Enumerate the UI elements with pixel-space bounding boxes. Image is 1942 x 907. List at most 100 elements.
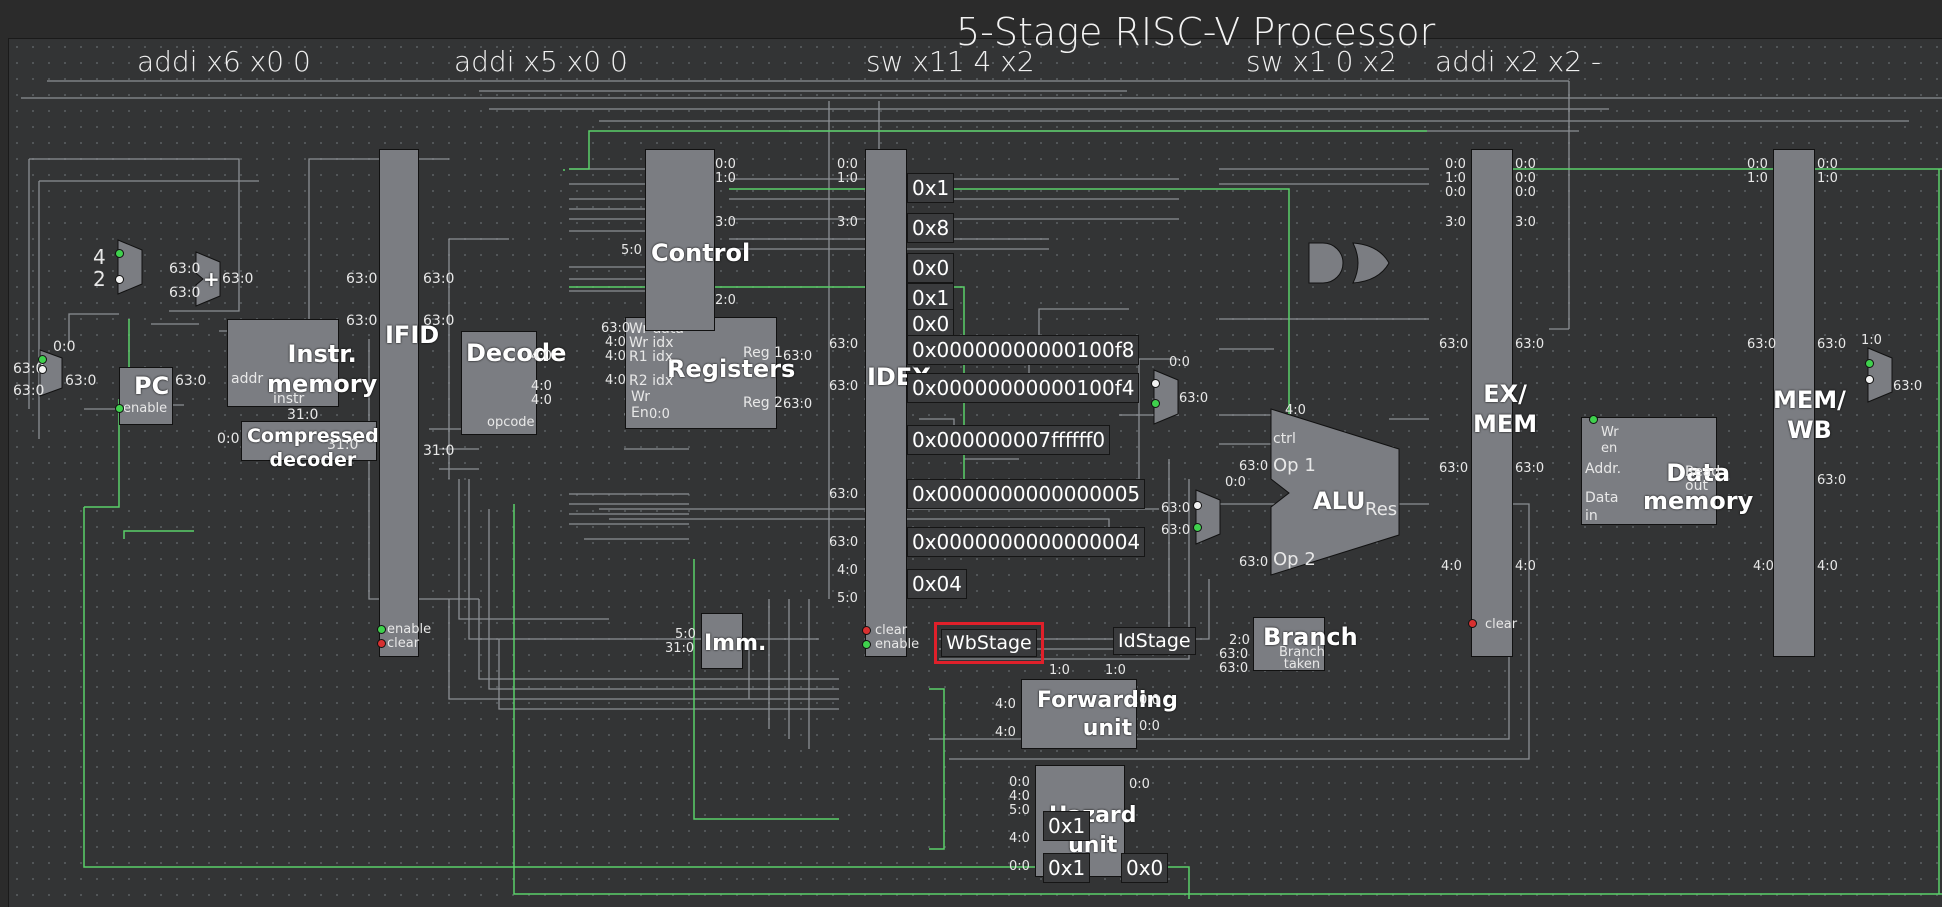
alu-op1: Op 1 — [1273, 455, 1316, 476]
reg-en: En — [631, 405, 649, 421]
ifid-register[interactable] — [379, 149, 419, 657]
exmem-in5: 63:0 — [1439, 461, 1469, 476]
schematic-canvas[interactable]: addi x6 x0 0 addi x5 x0 0 sw x11 4 x2 sw… — [8, 38, 1942, 907]
memwb-in4: 4:0 — [1753, 559, 1774, 574]
pc-out: 63:0 — [175, 373, 207, 389]
fu-out0: 0:0 — [1139, 693, 1160, 708]
exmem-in1: 1:0 — [1445, 171, 1466, 186]
imm-label: Imm. — [704, 631, 767, 656]
exmem-in2: 0:0 — [1445, 185, 1466, 200]
idex-in4: 63:0 — [829, 379, 859, 394]
memwb-out0: 0:0 — [1817, 157, 1838, 172]
imm-in1: 31:0 — [665, 641, 695, 656]
ifid-clear-port: clear — [387, 636, 420, 651]
pc-inc-mux[interactable] — [117, 239, 143, 295]
fwd-mux-b-in0: 63:0 — [1161, 501, 1191, 516]
adder-out: 63:0 — [222, 271, 254, 287]
memwb-in2: 63:0 — [1747, 337, 1777, 352]
reg-out0: 63:0 — [783, 349, 813, 364]
reg-reg2: Reg 2 — [743, 395, 783, 411]
branch-logic-gates — [1308, 242, 1390, 284]
dm-data-in: Data in — [1585, 490, 1619, 524]
probe-reg1: 0x000000007ffffff0 — [907, 425, 1111, 455]
dm-read-out: Read out — [1685, 464, 1721, 494]
decode-opcode: opcode — [487, 415, 535, 430]
idex-in2: 3:0 — [837, 215, 858, 230]
exmem-out6: 4:0 — [1515, 559, 1536, 574]
cd-sel: 0:0 — [217, 431, 240, 447]
pin — [38, 355, 47, 364]
ifid-enable-port: enable — [387, 622, 432, 637]
reg-r1-idx: R1 idx — [629, 349, 674, 365]
const-two: 2 — [93, 267, 106, 291]
fwd-mux-a-sel: 0:0 — [1169, 355, 1190, 370]
pin — [1151, 379, 1160, 388]
ifid-out1: 63:0 — [423, 313, 455, 329]
pin — [377, 639, 386, 648]
pin — [1151, 399, 1160, 408]
reg-in2: 4:0 — [605, 349, 626, 364]
pin — [115, 275, 124, 284]
stage-label-wb: addi x2 x2 - — [1435, 45, 1602, 78]
idex-register[interactable] — [865, 149, 907, 657]
hz-out0: 0:0 — [1129, 777, 1150, 792]
reg-r2-idx: R2 idx — [629, 373, 674, 389]
fwd-mux-b[interactable] — [1195, 489, 1221, 545]
fu-in2: 4:0 — [995, 697, 1016, 712]
reg-wr: Wr — [631, 389, 650, 405]
idex-in3: 63:0 — [829, 337, 859, 352]
exmem-out5: 63:0 — [1515, 461, 1545, 476]
idex-in0: 0:0 — [837, 157, 858, 172]
exmem-out1: 0:0 — [1515, 171, 1536, 186]
probe-imm: 0x0000000000000004 — [907, 527, 1146, 557]
pin — [38, 365, 47, 374]
ctrl-out2: 3:0 — [715, 215, 736, 230]
fwd-mux-a[interactable] — [1153, 369, 1179, 425]
adder-in0: 63:0 — [169, 261, 201, 277]
alu-label: ALU — [1313, 487, 1366, 515]
exmem-in3: 3:0 — [1445, 215, 1466, 230]
memwb-label: MEM/ WB — [1773, 386, 1846, 444]
probe-idex-2: 0x8 — [907, 213, 955, 243]
pc-label: PC — [134, 372, 170, 400]
fu-in3: 4:0 — [995, 725, 1016, 740]
instr-memory-addr: addr — [231, 371, 264, 387]
pin — [862, 626, 871, 635]
alu-res: Res — [1365, 499, 1398, 520]
reg-in0: 63:0 — [601, 321, 631, 336]
probe-idex-3: 0x0 — [907, 253, 955, 283]
adder-label: + — [203, 267, 220, 291]
pin — [862, 640, 871, 649]
fwd-mux-b-sel: 0:0 — [1225, 475, 1246, 490]
pin — [115, 404, 124, 413]
ctrl-out0: 0:0 — [715, 157, 736, 172]
pin — [1865, 375, 1874, 384]
memwb-out3: 63:0 — [1817, 473, 1847, 488]
dm-en: en — [1601, 441, 1618, 456]
fwd-mux-b-in1: 63:0 — [1161, 523, 1191, 538]
pin — [1865, 359, 1874, 368]
exmem-clear-port: clear — [1485, 617, 1518, 632]
wb-mux-out: 63:0 — [1893, 379, 1923, 394]
alu-ctrl-bits: 4:0 — [1285, 403, 1306, 418]
hz-in0: 0:0 — [1009, 775, 1030, 790]
pc-mux-in1: 63:0 — [13, 383, 45, 399]
probe-wbstage: WbStage — [934, 622, 1044, 664]
hz-in1: 4:0 — [1009, 789, 1030, 804]
ifid-out0: 63:0 — [423, 271, 455, 287]
adder-in1: 63:0 — [169, 285, 201, 301]
exmem-out2: 0:0 — [1515, 185, 1536, 200]
pc-enable-port: enable — [123, 401, 168, 416]
pin — [1193, 523, 1202, 532]
fwd-mux-a-out: 63:0 — [1179, 391, 1209, 406]
imm-in0: 5:0 — [675, 627, 696, 642]
memwb-out1: 1:0 — [1817, 171, 1838, 186]
alu-ctrl: ctrl — [1273, 431, 1296, 447]
probe-hazard-2: 0x1 — [1043, 853, 1091, 883]
decode-o1: 4:0 — [531, 349, 552, 364]
hz-in2: 5:0 — [1009, 803, 1030, 818]
decode-o2: 4:0 — [531, 379, 552, 394]
pin — [1468, 619, 1477, 628]
stage-label-id: addi x5 x0 0 — [454, 45, 628, 78]
branch-in2: 63:0 — [1219, 661, 1249, 676]
